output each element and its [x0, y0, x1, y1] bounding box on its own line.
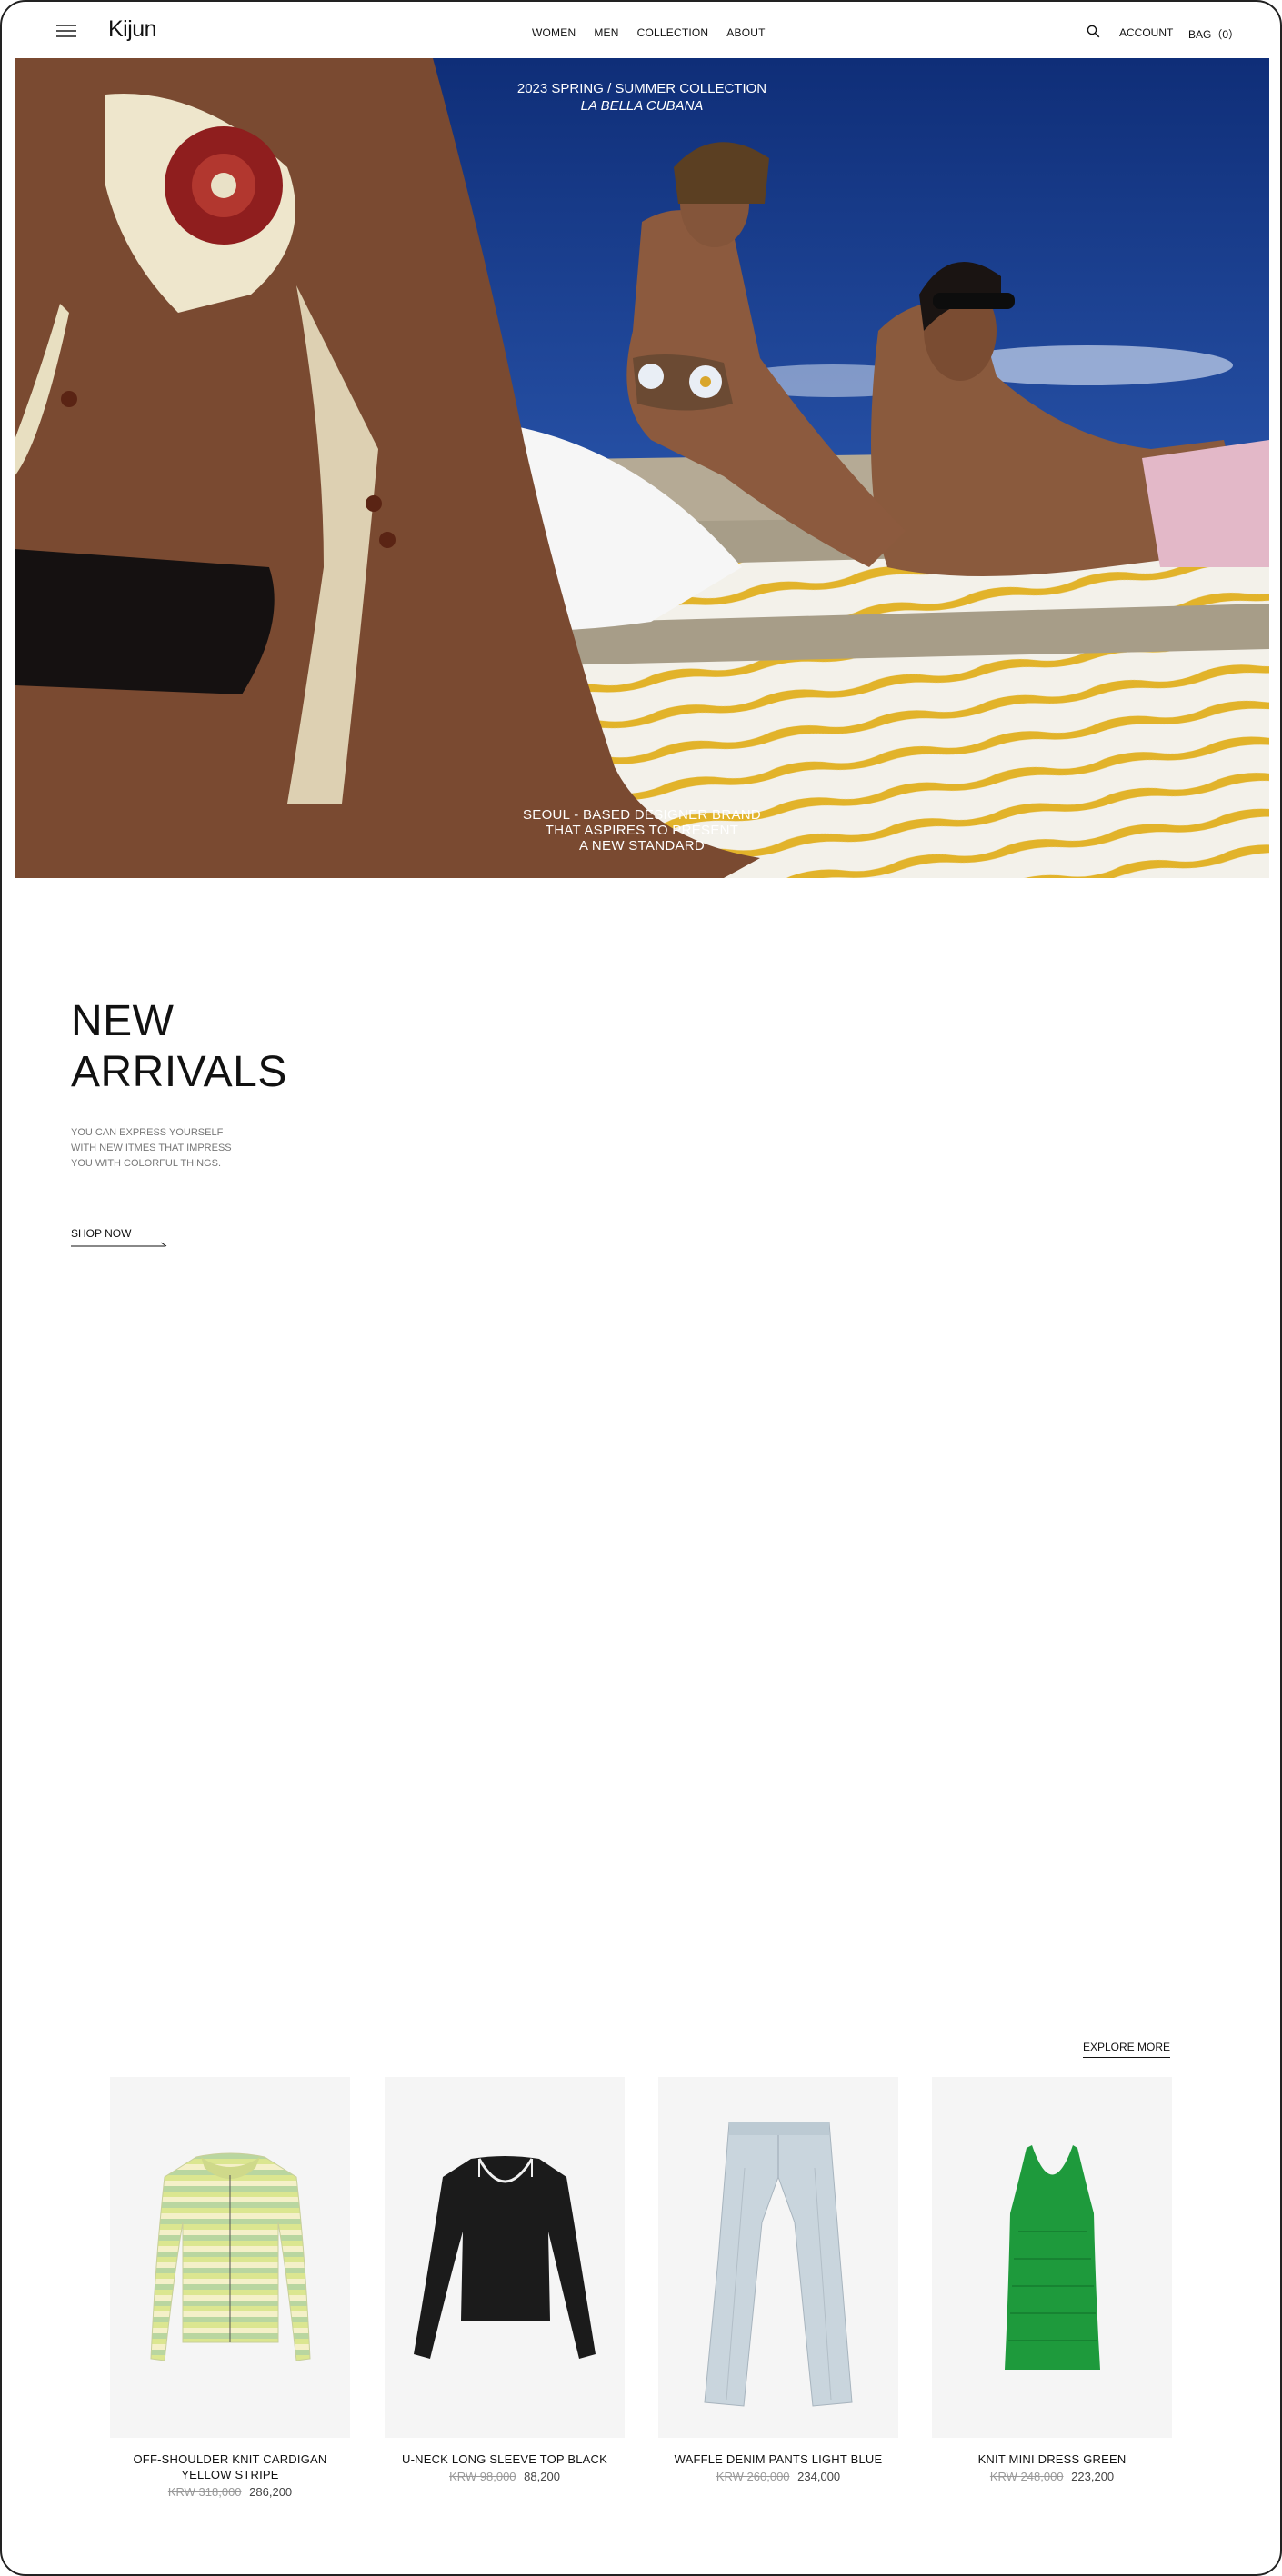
tagline-line-3: A NEW STANDARD [578, 838, 706, 854]
search-icon[interactable] [1087, 25, 1100, 38]
product-image-green-dress[interactable] [932, 2077, 1172, 2438]
collection-line: 2023 SPRING / SUMMER COLLECTION [516, 81, 767, 96]
product-name[interactable]: OFF-SHOULDER KNIT CARDIGAN YELLOW STRIPE [110, 2451, 350, 2482]
product-price: KRW 318,000 286,200 [110, 2485, 350, 2499]
browser-frame: Kijun WOMEN MEN COLLECTION ABOUT ACCOUNT… [0, 0, 1282, 2576]
hero-image [15, 58, 1269, 878]
product-price: KRW 248,000 223,200 [932, 2470, 1172, 2483]
explore-more-link[interactable]: EXPLORE MORE [1083, 2041, 1171, 2058]
product-name[interactable]: U-NECK LONG SLEEVE TOP BLACK [385, 2451, 625, 2467]
bag-link[interactable]: BAG（0） [1188, 26, 1239, 42]
product-image-striped-cardigan[interactable] [110, 2077, 350, 2438]
sale-price: 286,200 [249, 2485, 293, 2499]
original-price: KRW 318,000 [167, 2485, 242, 2499]
sale-price: 223,200 [1071, 2470, 1115, 2483]
product-name-line-1[interactable]: KNIT MINI DRESS GREEN [932, 2451, 1172, 2467]
new-arrivals-title: NEW ARRIVALS [71, 996, 287, 1098]
product-card[interactable]: WAFFLE DENIM PANTS LIGHT BLUE KRW 260,00… [658, 2077, 898, 2483]
collection-name: LA BELLA CUBANA [580, 98, 704, 114]
product-image-black-longsleeve[interactable] [385, 2077, 625, 2438]
sale-price: 234,000 [797, 2470, 841, 2483]
nav-women[interactable]: WOMEN [532, 26, 576, 39]
site-header: Kijun WOMEN MEN COLLECTION ABOUT ACCOUNT… [2, 2, 1280, 58]
product-price: KRW 98,000 88,200 [385, 2470, 625, 2483]
product-name[interactable]: KNIT MINI DRESS GREEN [932, 2451, 1172, 2467]
original-price: KRW 98,000 [449, 2470, 516, 2483]
tagline-line-1: SEOUL - BASED DESIGNER BRAND [522, 807, 762, 823]
product-card[interactable]: U-NECK LONG SLEEVE TOP BLACK KRW 98,000 … [385, 2077, 625, 2483]
product-image-denim-pants[interactable] [658, 2077, 898, 2438]
menu-icon[interactable] [56, 25, 76, 37]
product-name-line-1[interactable]: U-NECK LONG SLEEVE TOP BLACK [385, 2451, 625, 2467]
shop-now-link[interactable]: SHOP NOW [71, 1227, 131, 1240]
product-name-line-1[interactable]: WAFFLE DENIM PANTS LIGHT BLUE [658, 2451, 898, 2467]
new-arrivals-description: YOU CAN EXPRESS YOURSELF WITH NEW ITMES … [71, 1125, 289, 1172]
description-line-1: YOU CAN EXPRESS YOURSELF [71, 1127, 224, 1138]
product-name[interactable]: WAFFLE DENIM PANTS LIGHT BLUE [658, 2451, 898, 2467]
original-price: KRW 260,000 [716, 2470, 790, 2483]
sale-price: 88,200 [524, 2470, 560, 2483]
title-line-2: ARRIVALS [71, 1048, 287, 1096]
nav-men[interactable]: MEN [594, 26, 618, 39]
arrow-right-icon[interactable] [71, 1242, 167, 1247]
title-line-1: NEW [71, 997, 175, 1045]
main-nav: WOMEN MEN COLLECTION ABOUT [532, 26, 784, 39]
product-name-line-1[interactable]: OFF-SHOULDER KNIT CARDIGAN [110, 2451, 350, 2467]
hero-banner[interactable]: 2023 SPRING / SUMMER COLLECTION LA BELLA… [15, 58, 1269, 878]
product-card[interactable]: OFF-SHOULDER KNIT CARDIGAN YELLOW STRIPE… [110, 2077, 350, 2499]
product-price: KRW 260,000 234,000 [658, 2470, 898, 2483]
nav-collection[interactable]: COLLECTION [637, 26, 709, 39]
hero-tagline: SEOUL - BASED DESIGNER BRAND THAT ASPIRE… [15, 807, 1269, 854]
nav-about[interactable]: ABOUT [726, 26, 765, 39]
account-link[interactable]: ACCOUNT [1119, 26, 1173, 39]
hero-collection-text: 2023 SPRING / SUMMER COLLECTION LA BELLA… [15, 80, 1269, 115]
description-line-3: YOU WITH COLORFUL THINGS. [71, 1158, 222, 1169]
description-line-2: WITH NEW ITMES THAT IMPRESS [71, 1143, 232, 1153]
brand-logo[interactable]: Kijun [108, 16, 157, 43]
tagline-line-2: THAT ASPIRES TO PRESENT [545, 823, 739, 838]
product-card[interactable]: KNIT MINI DRESS GREEN KRW 248,000 223,20… [932, 2077, 1172, 2483]
original-price: KRW 248,000 [989, 2470, 1064, 2483]
product-name-line-2[interactable]: YELLOW STRIPE [110, 2467, 350, 2482]
